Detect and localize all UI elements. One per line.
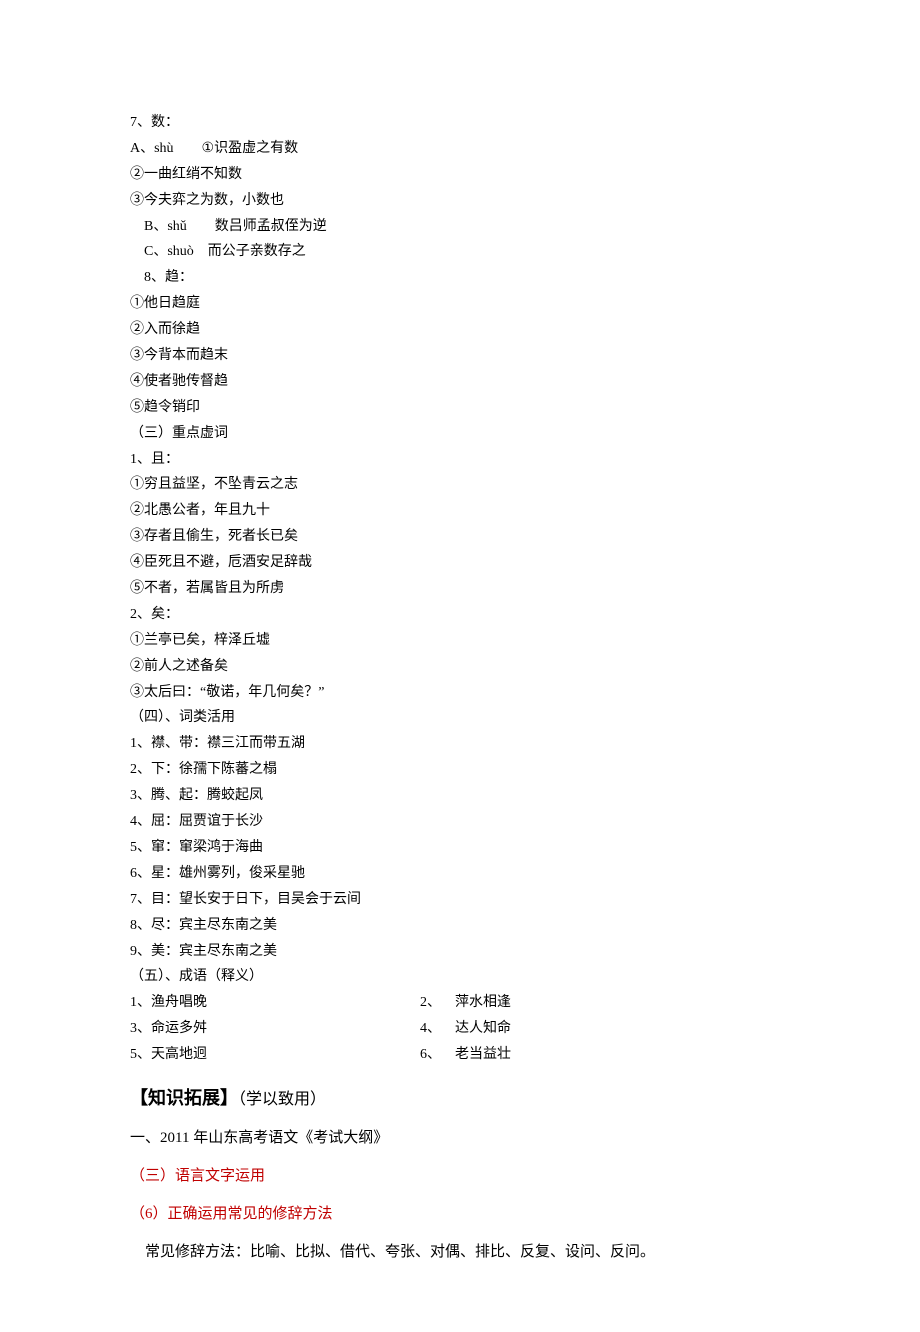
word-class-2: 2、下：徐孺下陈蕃之榻	[130, 757, 790, 783]
item-7-a-3: ③今夫弈之为数，小数也	[130, 188, 790, 214]
item-8-3: ③今背本而趋末	[130, 343, 790, 369]
item-8-5: ⑤趋令销印	[130, 395, 790, 421]
section-5-heading: （五）、成语（释义）	[130, 964, 790, 990]
word-class-1: 1、襟、带：襟三江而带五湖	[130, 731, 790, 757]
word-class-3: 3、腾、起：腾蛟起凤	[130, 783, 790, 809]
word-class-8: 8、尽：宾主尽东南之美	[130, 913, 790, 939]
section-3-heading: （三）重点虚词	[130, 421, 790, 447]
section-4-heading: （四）、词类活用	[130, 705, 790, 731]
document-page: 7、数： A、shù ①识盈虚之有数 ②一曲红绡不知数 ③今夫弈之为数，小数也 …	[0, 0, 920, 1332]
qie-1-title: 1、且：	[130, 447, 790, 473]
idiom-1: 1、渔舟唱晚	[130, 990, 420, 1016]
qie-1-4: ④臣死且不避，卮酒安足辞哉	[130, 550, 790, 576]
yi-2-2: ②前人之述备矣	[130, 654, 790, 680]
yi-2-3: ③太后曰：“敬诺，年几何矣？”	[130, 680, 790, 706]
item-7-a: A、shù ①识盈虚之有数	[130, 136, 790, 162]
knowledge-expand-subtitle: （学以致用）	[238, 1091, 326, 1108]
item-7-b: B、shǔ 数吕师孟叔侄为逆	[130, 214, 790, 240]
expand-line-2: （三）语言文字运用	[130, 1163, 790, 1191]
word-class-4: 4、屈：屈贾谊于长沙	[130, 809, 790, 835]
idiom-row-3: 5、天高地迥 6、 老当益壮	[130, 1042, 790, 1068]
idiom-5: 5、天高地迥	[130, 1042, 420, 1068]
expand-line-4: 常见修辞方法：比喻、比拟、借代、夸张、对偶、排比、反复、设问、反问。	[130, 1239, 790, 1267]
item-8-2: ②入而徐趋	[130, 317, 790, 343]
word-class-7: 7、目：望长安于日下，目吴会于云间	[130, 887, 790, 913]
knowledge-expand-title: 【知识拓展】	[130, 1088, 238, 1108]
yi-2-1: ①兰亭已矣，梓泽丘墟	[130, 628, 790, 654]
expand-line-3: （6）正确运用常见的修辞方法	[130, 1201, 790, 1229]
qie-1-5: ⑤不者，若属皆且为所虏	[130, 576, 790, 602]
idiom-3: 3、命运多舛	[130, 1016, 420, 1042]
qie-1-1: ①穷且益坚，不坠青云之志	[130, 472, 790, 498]
item-7-c: C、shuò 而公子亲数存之	[130, 239, 790, 265]
idiom-4: 4、 达人知命	[420, 1016, 790, 1042]
qie-1-3: ③存者且偷生，死者长已矣	[130, 524, 790, 550]
item-8-1: ①他日趋庭	[130, 291, 790, 317]
idiom-row-1: 1、渔舟唱晚 2、 萍水相逢	[130, 990, 790, 1016]
idiom-2: 2、 萍水相逢	[420, 990, 790, 1016]
idiom-row-2: 3、命运多舛 4、 达人知命	[130, 1016, 790, 1042]
yi-2-title: 2、矣：	[130, 602, 790, 628]
word-class-9: 9、美：宾主尽东南之美	[130, 939, 790, 965]
idiom-6: 6、 老当益壮	[420, 1042, 790, 1068]
word-class-6: 6、星：雄州雾列，俊采星驰	[130, 861, 790, 887]
item-8-4: ④使者驰传督趋	[130, 369, 790, 395]
item-7-title: 7、数：	[130, 110, 790, 136]
item-8-title: 8、趋：	[130, 265, 790, 291]
expand-line-1: 一、2011 年山东高考语文《考试大纲》	[130, 1125, 790, 1153]
qie-1-2: ②北愚公者，年且九十	[130, 498, 790, 524]
word-class-5: 5、窜：窜梁鸿于海曲	[130, 835, 790, 861]
item-7-a-2: ②一曲红绡不知数	[130, 162, 790, 188]
knowledge-expand-header: 【知识拓展】（学以致用）	[130, 1082, 790, 1115]
